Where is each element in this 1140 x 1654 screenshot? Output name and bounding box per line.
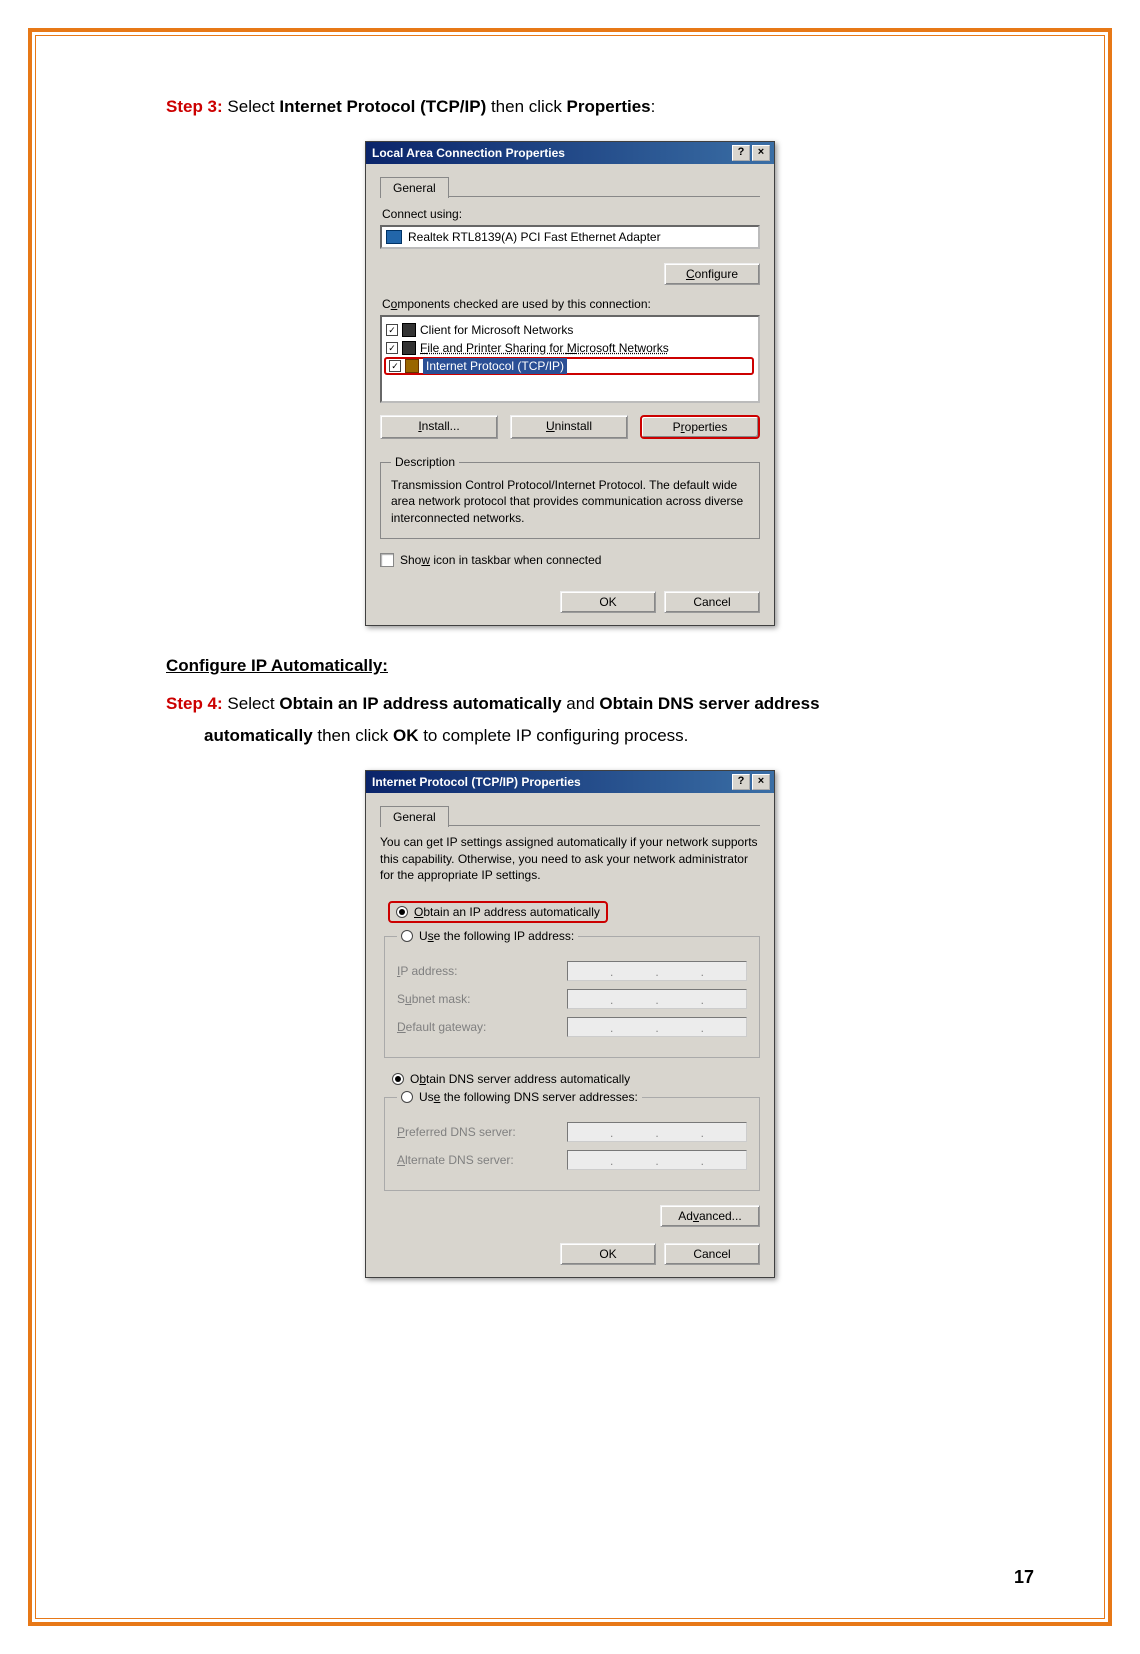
cancel-button[interactable]: Cancel (664, 1243, 760, 1265)
close-button[interactable]: × (752, 145, 770, 161)
list-item-label: Client for Microsoft Networks (420, 323, 573, 337)
connect-using-label: Connect using: (382, 207, 760, 221)
use-dns-radio[interactable]: Use the following DNS server addresses: (401, 1090, 638, 1104)
lac-properties-dialog: Local Area Connection Properties ? × Gen… (365, 141, 775, 626)
tcpip-info-text: You can get IP settings assigned automat… (380, 834, 760, 883)
help-button[interactable]: ? (732, 145, 750, 161)
pref-dns-row: Preferred DNS server: ... (397, 1122, 747, 1142)
step3-text: Step 3: Select Internet Protocol (TCP/IP… (166, 91, 1004, 123)
checkbox-unchecked-icon[interactable] (380, 553, 394, 567)
gateway-row: Default gateway: ... (397, 1017, 747, 1037)
dialog1-title: Local Area Connection Properties (372, 142, 565, 164)
obtain-dns-auto-radio[interactable]: Obtain DNS server address automatically (392, 1072, 760, 1086)
radio-unselected-icon (401, 1091, 413, 1103)
dialog1-body: General Connect using: Realtek RTL8139(A… (366, 164, 774, 625)
tcpip-properties-dialog: Internet Protocol (TCP/IP) Properties ? … (365, 770, 775, 1278)
alt-dns-row: Alternate DNS server: ... (397, 1150, 747, 1170)
checkbox-icon[interactable]: ✓ (389, 360, 401, 372)
list-item-label: Internet Protocol (TCP/IP) (423, 358, 567, 374)
ip-address-input[interactable]: ... (567, 961, 747, 981)
tab-general[interactable]: General (380, 806, 449, 827)
nic-name: Realtek RTL8139(A) PCI Fast Ethernet Ada… (408, 230, 661, 244)
use-dns-group: Use the following DNS server addresses: … (384, 1090, 760, 1191)
description-legend: Description (391, 455, 459, 469)
dialog2-titlebar: Internet Protocol (TCP/IP) Properties ? … (366, 771, 774, 793)
subnet-input[interactable]: ... (567, 989, 747, 1009)
alt-dns-input[interactable]: ... (567, 1150, 747, 1170)
help-button[interactable]: ? (732, 774, 750, 790)
dialog1-titlebar: Local Area Connection Properties ? × (366, 142, 774, 164)
show-icon-label: Show icon in taskbar when connected (400, 553, 601, 567)
advanced-button[interactable]: Advanced... (660, 1205, 760, 1227)
pref-dns-label: Preferred DNS server: (397, 1125, 567, 1139)
file-printer-icon (402, 341, 416, 355)
cancel-button[interactable]: Cancel (664, 591, 760, 613)
network-icon (402, 323, 416, 337)
use-ip-group: Use the following IP address: IP address… (384, 929, 760, 1058)
show-icon-row[interactable]: Show icon in taskbar when connected (380, 553, 760, 567)
list-item-label: File and Printer Sharing for Microsoft N… (420, 341, 669, 355)
uninstall-button[interactable]: Uninstall (510, 415, 628, 439)
list-item-tcpip[interactable]: ✓ Internet Protocol (TCP/IP) (384, 357, 754, 375)
step3-label: Step 3: (166, 97, 223, 116)
gateway-input[interactable]: ... (567, 1017, 747, 1037)
ok-button[interactable]: OK (560, 591, 656, 613)
tcpip-icon (405, 359, 419, 373)
dialog2-title: Internet Protocol (TCP/IP) Properties (372, 771, 581, 793)
page-outer-border: Step 3: Select Internet Protocol (TCP/IP… (28, 28, 1112, 1626)
tab-general[interactable]: General (380, 177, 449, 198)
list-item[interactable]: ✓ File and Printer Sharing for Microsoft… (386, 339, 754, 357)
radio-selected-icon (392, 1073, 404, 1085)
page-number: 17 (1014, 1567, 1034, 1588)
checkbox-icon[interactable]: ✓ (386, 342, 398, 354)
configure-button[interactable]: Configure (664, 263, 760, 285)
subnet-row: Subnet mask: ... (397, 989, 747, 1009)
gateway-label: Default gateway: (397, 1020, 567, 1034)
step4-label: Step 4: (166, 694, 223, 713)
obtain-ip-auto-radio[interactable]: Obtain an IP address automatically (388, 901, 608, 923)
ip-address-label: IP address: (397, 964, 567, 978)
configure-ip-heading: Configure IP Automatically: (166, 656, 1004, 676)
components-list[interactable]: ✓ Client for Microsoft Networks ✓ File a… (380, 315, 760, 403)
alt-dns-label: Alternate DNS server: (397, 1153, 567, 1167)
page-inner-border: Step 3: Select Internet Protocol (TCP/IP… (35, 35, 1105, 1619)
install-button[interactable]: Install... (380, 415, 498, 439)
description-text: Transmission Control Protocol/Internet P… (391, 477, 749, 526)
close-button[interactable]: × (752, 774, 770, 790)
radio-unselected-icon (401, 930, 413, 942)
nic-field: Realtek RTL8139(A) PCI Fast Ethernet Ada… (380, 225, 760, 249)
subnet-label: Subnet mask: (397, 992, 567, 1006)
description-group: Description Transmission Control Protoco… (380, 455, 760, 539)
use-ip-radio[interactable]: Use the following IP address: (401, 929, 574, 943)
ok-button[interactable]: OK (560, 1243, 656, 1265)
step4-line2: automatically then click OK to complete … (204, 720, 1004, 752)
list-item[interactable]: ✓ Client for Microsoft Networks (386, 321, 754, 339)
components-label: Components checked are used by this conn… (382, 297, 760, 311)
radio-selected-icon (396, 906, 408, 918)
checkbox-icon[interactable]: ✓ (386, 324, 398, 336)
nic-icon (386, 230, 402, 244)
pref-dns-input[interactable]: ... (567, 1122, 747, 1142)
ip-address-row: IP address: ... (397, 961, 747, 981)
dialog2-body: General You can get IP settings assigned… (366, 793, 774, 1277)
properties-button[interactable]: Properties (640, 415, 760, 439)
step4-line1: Step 4: Select Obtain an IP address auto… (166, 688, 1004, 720)
